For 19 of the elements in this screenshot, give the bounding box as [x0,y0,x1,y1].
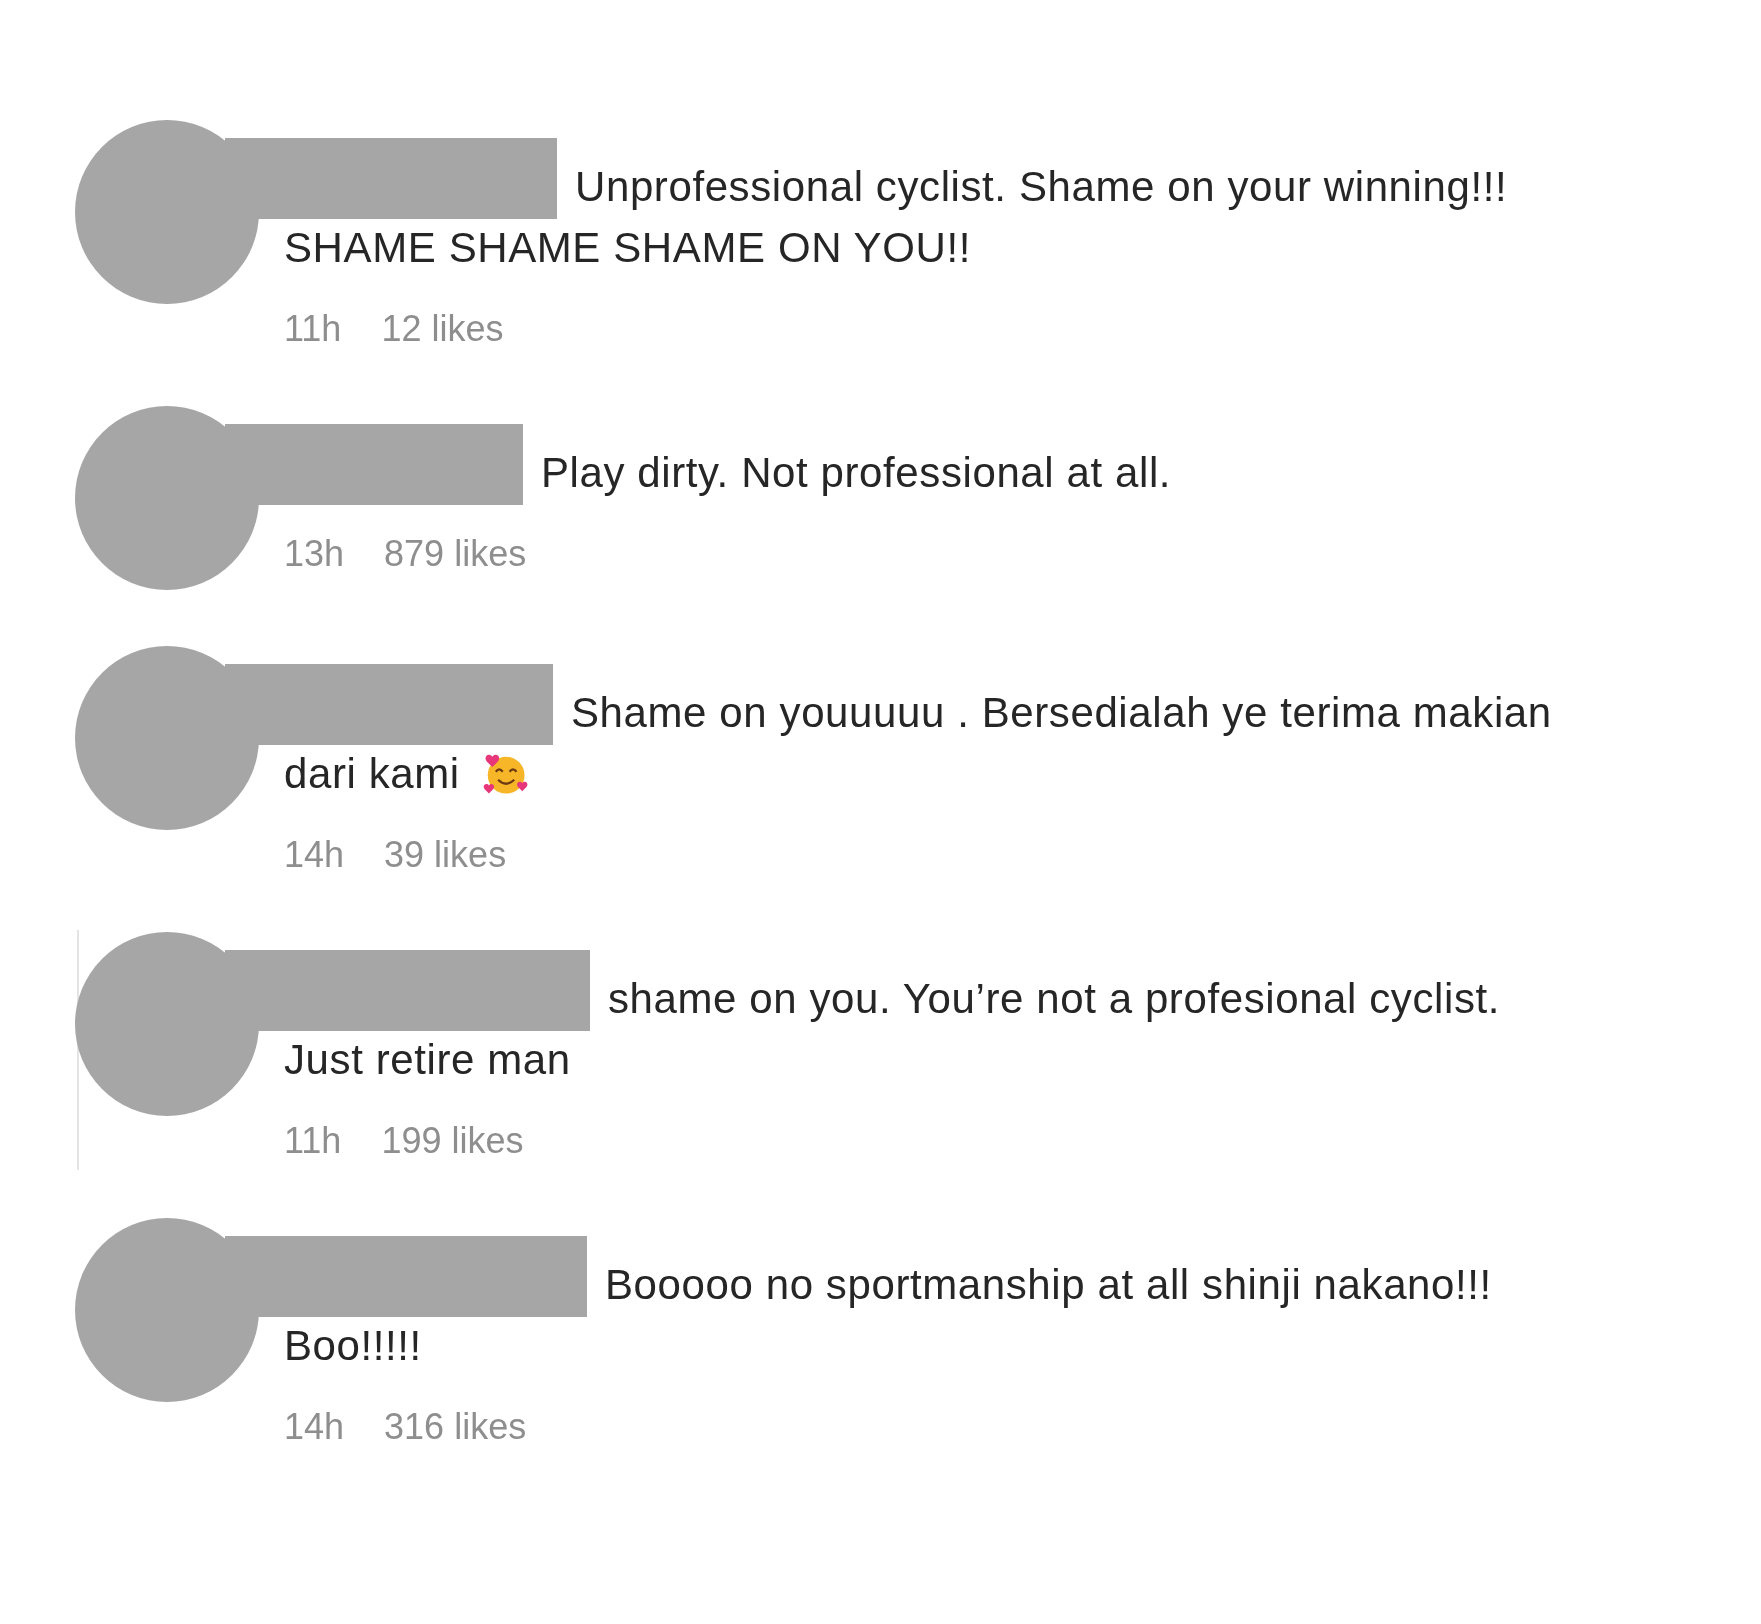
comment-text: Shame on youuuuu . Bersedialah ye terima makian [571,688,1552,737]
comment-text: shame on you. You’re not a profesional cyclist. [608,974,1501,1023]
comment-text: Booooo no sportmanship at all shinji nakano!!! [605,1260,1492,1309]
like-count[interactable]: 39 likes [384,834,507,876]
comment-text: Just retire man [284,1035,571,1084]
comment-time: 14h [284,834,345,876]
comment-text: Unprofessional cyclist. Shame on your winning!!! [575,162,1508,211]
like-count[interactable]: 316 likes [384,1406,527,1448]
comment-text: SHAME SHAME SHAME ON YOU!! [284,223,971,272]
comment-time: 11h [284,308,342,350]
like-count[interactable]: 199 likes [381,1120,524,1162]
like-count[interactable]: 12 likes [381,308,504,350]
comment-text: Play dirty. Not professional at all. [541,448,1172,497]
comment-text: dari kami [284,749,460,798]
comment-text: Boo!!!!! [284,1321,422,1370]
comment-time: 13h [284,533,345,575]
comment-time: 14h [284,1406,345,1448]
comment-time: 11h [284,1120,342,1162]
like-count[interactable]: 879 likes [384,533,527,575]
